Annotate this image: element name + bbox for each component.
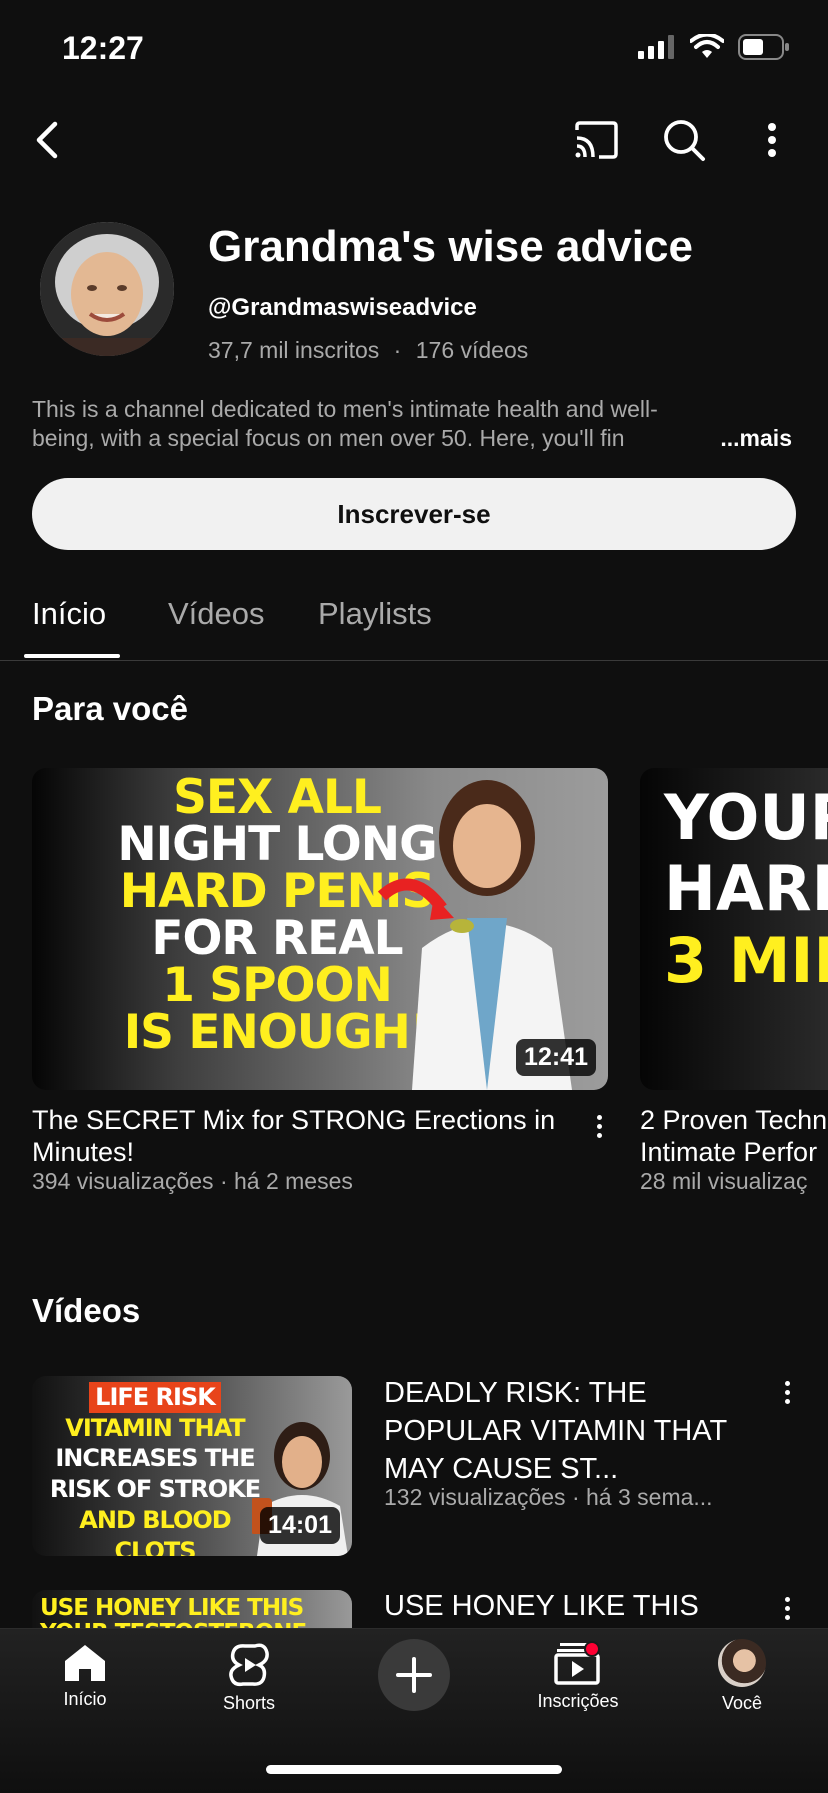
video-title[interactable]: DEADLY RISK: THE POPULAR VITAMIN THAT MA… <box>384 1374 764 1488</box>
back-button[interactable] <box>18 112 74 168</box>
status-time: 12:27 <box>62 30 144 66</box>
home-icon <box>65 1645 105 1681</box>
video-count: 176 vídeos <box>415 337 529 363</box>
nav-you[interactable]: Você <box>672 1639 812 1714</box>
battery-icon <box>738 34 789 60</box>
subscriptions-icon <box>554 1641 600 1685</box>
subscriber-count: 37,7 mil inscritos <box>208 337 380 363</box>
cast-icon <box>575 121 618 159</box>
nav-create[interactable] <box>344 1639 484 1711</box>
more-link[interactable]: ...mais <box>720 424 792 453</box>
video-meta: 394 visualizações · há 2 meses <box>32 1168 353 1194</box>
nav-subscriptions-label: Inscrições <box>537 1691 619 1711</box>
channel-handle: @Grandmaswiseadvice <box>208 294 477 321</box>
subscribe-button[interactable]: Inscrever-se <box>32 478 796 550</box>
nav-you-label: Você <box>721 1693 763 1713</box>
nav-home-label: Início <box>63 1689 107 1709</box>
description-line-2: being, with a special focus on men over … <box>32 425 625 451</box>
tab-videos[interactable]: Vídeos <box>168 596 265 632</box>
search-button[interactable] <box>656 112 712 168</box>
thumb-line: USE HONEY LIKE THIS <box>40 1595 304 1621</box>
create-button[interactable] <box>378 1639 450 1711</box>
thumb-line: YOUR P <box>664 781 828 854</box>
video-menu-button[interactable] <box>772 1588 802 1628</box>
top-app-bar <box>0 100 828 180</box>
thumbnail-text: YOUR P HARDE 3 MINU <box>664 782 828 996</box>
tab-home[interactable]: Início <box>32 596 106 632</box>
grandma-portrait-icon <box>40 222 174 356</box>
video-thumbnail[interactable]: LIFE RISK VITAMIN THAT INCREASES THE RIS… <box>32 1376 352 1556</box>
channel-avatar[interactable] <box>40 222 174 356</box>
channel-description[interactable]: This is a channel dedicated to men's int… <box>32 395 792 453</box>
channel-stats: 37,7 mil inscritos · 176 vídeos <box>208 337 528 364</box>
tab-playlists[interactable]: Playlists <box>318 596 432 632</box>
description-line-1: This is a channel dedicated to men's int… <box>32 396 658 422</box>
thumb-line: HARDE <box>664 852 828 926</box>
thumb-line: LIFE RISK <box>89 1382 221 1413</box>
wifi-icon <box>690 34 724 58</box>
video-title[interactable]: USE HONEY LIKE THIS <box>384 1590 764 1622</box>
channel-tabs: Início Vídeos Playlists <box>0 580 828 661</box>
video-thumbnail[interactable]: SEX ALL NIGHT LONG HARD PENIS FOR REAL 1… <box>32 768 608 1090</box>
search-icon <box>664 120 705 161</box>
video-title[interactable]: 2 Proven Techn Intimate Perfor <box>640 1104 828 1168</box>
video-title[interactable]: The SECRET Mix for STRONG Erections in M… <box>32 1104 592 1168</box>
home-indicator <box>266 1765 562 1774</box>
video-meta: 28 mil visualizaç <box>640 1168 808 1194</box>
cellular-signal-icon <box>638 35 674 59</box>
more-options-button[interactable] <box>744 112 800 168</box>
back-arrow-icon <box>36 121 58 159</box>
thumb-line: VITAMIN THAT <box>65 1413 245 1442</box>
thumb-line: INCREASES THE <box>55 1444 255 1473</box>
channel-name: Grandma's wise advice <box>208 222 693 271</box>
nav-home[interactable]: Início <box>15 1643 155 1710</box>
shorts-icon <box>229 1643 269 1687</box>
stats-separator: · <box>393 337 402 363</box>
videos-heading: Vídeos <box>32 1292 141 1329</box>
video-menu-button[interactable] <box>584 1106 614 1146</box>
status-bar: 12:27 <box>0 0 828 100</box>
status-icons <box>638 34 790 60</box>
cast-button[interactable] <box>568 112 624 168</box>
thumbnail-text: LIFE RISK VITAMIN THAT INCREASES THE RIS… <box>40 1382 270 1556</box>
video-thumbnail[interactable]: YOUR P HARDE 3 MINU <box>640 768 828 1090</box>
nav-subscriptions[interactable]: Inscrições <box>508 1641 648 1712</box>
video-meta: 132 visualizações · há 3 sema... <box>384 1484 713 1510</box>
thumb-line: RISK OF STROKE <box>49 1475 261 1504</box>
more-vert-icon <box>768 123 776 157</box>
thumb-line: 3 MINU <box>664 923 828 997</box>
video-duration: 14:01 <box>260 1507 340 1544</box>
thumb-line: AND BLOOD CLOTS <box>79 1505 231 1556</box>
nav-shorts[interactable]: Shorts <box>179 1643 319 1714</box>
for-you-heading: Para você <box>32 690 188 727</box>
video-menu-button[interactable] <box>772 1372 802 1412</box>
notification-dot <box>584 1641 600 1657</box>
create-icon <box>396 1657 432 1693</box>
active-tab-indicator <box>24 654 120 658</box>
nav-shorts-label: Shorts <box>222 1693 276 1713</box>
video-duration: 12:41 <box>516 1039 596 1076</box>
avatar <box>718 1639 766 1687</box>
